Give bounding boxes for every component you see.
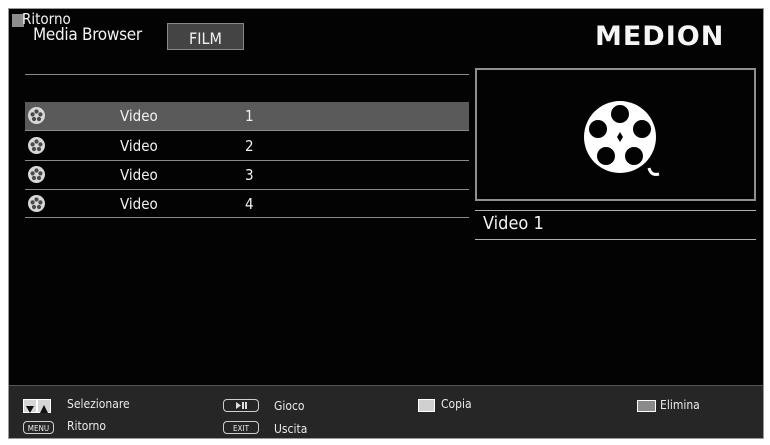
- list-item-name: Video: [120, 195, 158, 213]
- arrow-up-key-icon: [37, 399, 51, 413]
- tab-film[interactable]: FILM: [167, 23, 244, 50]
- play-hint-label: Gioco: [274, 399, 305, 413]
- delete-key-icon: [637, 400, 656, 412]
- footer-legend: Selezionare MENU Ritorno Gioco EXIT Usci…: [9, 385, 763, 438]
- delete-hint-label: Elimina: [660, 398, 700, 412]
- play-pause-key-icon: [223, 399, 259, 412]
- film-reel-icon: [28, 166, 45, 183]
- list-bottom-divider: [25, 217, 469, 218]
- page-title: Media Browser: [33, 25, 142, 45]
- back-hint-label: Ritorno: [67, 419, 107, 433]
- list-item-number: 1: [245, 107, 254, 125]
- film-reel-icon: [584, 101, 660, 176]
- list-item-name: Video: [120, 107, 158, 125]
- list-top-divider: [25, 74, 469, 75]
- media-browser-screen: Media Browser FILM MEDION Ritorno Video …: [8, 8, 764, 439]
- copy-hint-label: Copia: [441, 397, 472, 411]
- preview-panel: [475, 68, 756, 201]
- list-item-number: 2: [245, 137, 254, 155]
- back-item-label: Ritorno: [22, 10, 71, 28]
- select-hint-label: Selezionare: [67, 397, 130, 411]
- exit-key-icon: EXIT: [223, 421, 259, 434]
- list-item[interactable]: Video 3: [25, 161, 469, 189]
- list-item[interactable]: Video 2: [25, 132, 469, 160]
- list-item-number: 3: [245, 166, 254, 184]
- film-reel-icon: [28, 195, 45, 212]
- list-item[interactable]: Video 4: [25, 190, 469, 218]
- menu-key-icon: MENU: [23, 421, 54, 434]
- list-item-number: 4: [245, 195, 254, 213]
- preview-title-top-divider: [475, 210, 756, 211]
- row-divider: [25, 130, 469, 131]
- arrow-down-key-icon: [23, 399, 37, 413]
- exit-hint-label: Uscita: [274, 422, 308, 436]
- film-reel-icon: [28, 137, 45, 154]
- tab-film-label: FILM: [189, 29, 222, 48]
- list-item-name: Video: [120, 166, 158, 184]
- preview-title: Video 1: [483, 213, 544, 234]
- list-item-name: Video: [120, 137, 158, 155]
- film-reel-icon: [28, 107, 45, 124]
- brand-logo: MEDION: [595, 21, 725, 52]
- preview-title-bottom-divider: [475, 239, 756, 240]
- list-item[interactable]: Video 1: [25, 102, 469, 130]
- copy-key-icon: [418, 399, 435, 412]
